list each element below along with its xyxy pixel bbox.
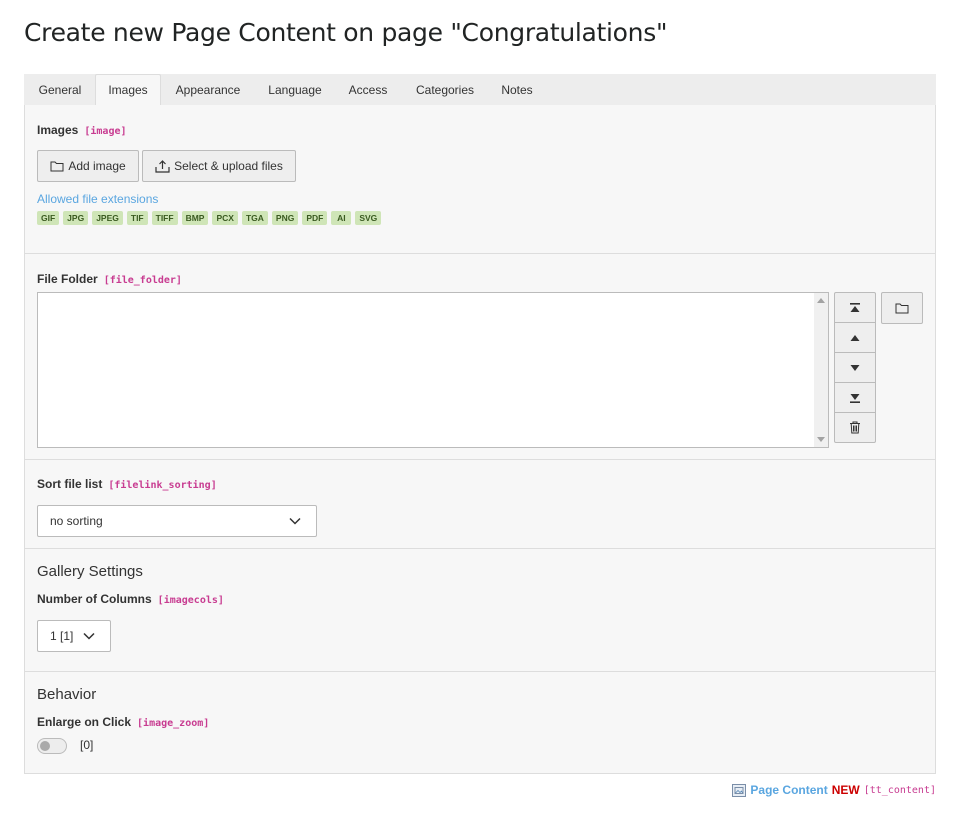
extension-badge: PCX [212, 211, 238, 225]
chevron-down-icon [289, 517, 301, 525]
record-type-label[interactable]: Page Content [750, 783, 827, 797]
chevron-down-icon [83, 632, 95, 640]
new-badge: NEW [831, 783, 860, 797]
gallery-settings-title: Gallery Settings [37, 563, 143, 580]
sort-select[interactable]: no sorting [37, 505, 317, 537]
extension-badge: PDF [302, 211, 328, 225]
file-folder-field-key: [file_folder] [103, 275, 182, 286]
file-folder-list[interactable] [37, 292, 829, 448]
extension-badges: GIF JPG JPEG TIF TIFF BMP PCX TGA PNG PD… [37, 211, 382, 225]
section-divider [25, 459, 935, 460]
section-divider [25, 253, 935, 254]
allowed-extensions-link[interactable]: Allowed file extensions [37, 192, 158, 206]
columns-select-value: 1 [1] [50, 629, 74, 643]
enlarge-toggle-value: [0] [80, 738, 94, 752]
sort-label-text: Sort file list [37, 477, 103, 491]
tab-general[interactable]: General [25, 75, 95, 106]
extension-badge: TIFF [151, 211, 178, 225]
enlarge-toggle[interactable] [37, 738, 67, 754]
add-image-label: Add image [68, 159, 126, 173]
move-to-top-button[interactable] [834, 292, 876, 323]
extension-badge: SVG [355, 211, 382, 225]
sort-field-key: [filelink_sorting] [108, 480, 217, 491]
enlarge-field-label: Enlarge on Click [image_zoom] [37, 715, 209, 729]
sort-select-value: no sorting [50, 514, 103, 528]
add-image-button[interactable]: Add image [37, 150, 139, 182]
tab-images[interactable]: Images [95, 74, 161, 106]
images-field-key: [image] [84, 126, 127, 137]
behavior-title: Behavior [37, 686, 97, 703]
extension-badge: JPG [63, 211, 89, 225]
toggle-knob [40, 741, 50, 751]
scroll-down-icon[interactable] [817, 437, 825, 442]
scrollbar[interactable] [814, 293, 828, 447]
scroll-up-icon[interactable] [817, 298, 825, 303]
record-info: Page Content NEW [tt_content] [732, 783, 936, 797]
move-up-button[interactable] [834, 322, 876, 353]
select-upload-label: Select & upload files [174, 159, 283, 173]
section-divider [25, 671, 935, 672]
tab-notes[interactable]: Notes [491, 75, 543, 106]
extension-badge: JPEG [92, 211, 123, 225]
tab-panel-images: Images [image] Add image Select & upload … [24, 105, 936, 774]
images-label-text: Images [37, 123, 79, 137]
move-to-bottom-icon [850, 393, 860, 403]
section-divider [25, 548, 935, 549]
list-order-controls [834, 292, 876, 443]
tab-categories[interactable]: Categories [401, 75, 489, 106]
move-up-icon [850, 334, 860, 341]
extension-badge: AI [331, 211, 352, 225]
remove-button[interactable] [834, 412, 876, 443]
folder-icon [895, 303, 909, 314]
trash-icon [850, 421, 860, 434]
move-to-top-icon [850, 302, 860, 312]
page-title: Create new Page Content on page "Congrat… [24, 18, 668, 47]
move-down-button[interactable] [834, 352, 876, 383]
columns-select[interactable]: 1 [1] [37, 620, 111, 652]
columns-field-label: Number of Columns [imagecols] [37, 592, 224, 606]
folder-icon [50, 160, 64, 172]
extension-badge: GIF [37, 211, 60, 225]
extension-badge: BMP [181, 211, 209, 225]
columns-field-key: [imagecols] [157, 595, 224, 606]
select-upload-button[interactable]: Select & upload files [142, 150, 296, 182]
move-down-icon [850, 364, 860, 371]
tab-appearance[interactable]: Appearance [163, 75, 253, 106]
enlarge-label-text: Enlarge on Click [37, 715, 132, 729]
enlarge-field-key: [image_zoom] [137, 718, 210, 729]
upload-icon [155, 159, 170, 173]
tab-language[interactable]: Language [255, 75, 335, 106]
content-image-icon [732, 783, 747, 797]
table-key: [tt_content] [863, 784, 936, 796]
extension-badge: TGA [241, 211, 268, 225]
extension-badge: PNG [271, 211, 299, 225]
file-folder-label-text: File Folder [37, 272, 98, 286]
tab-access[interactable]: Access [337, 75, 399, 106]
file-folder-field-label: File Folder [file_folder] [37, 272, 182, 286]
move-to-bottom-button[interactable] [834, 382, 876, 413]
columns-label-text: Number of Columns [37, 592, 152, 606]
browse-folder-button[interactable] [881, 292, 923, 324]
sort-field-label: Sort file list [filelink_sorting] [37, 477, 217, 491]
extension-badge: TIF [126, 211, 148, 225]
images-field-label: Images [image] [37, 123, 127, 137]
tab-bar: General Images Appearance Language Acces… [24, 74, 936, 106]
